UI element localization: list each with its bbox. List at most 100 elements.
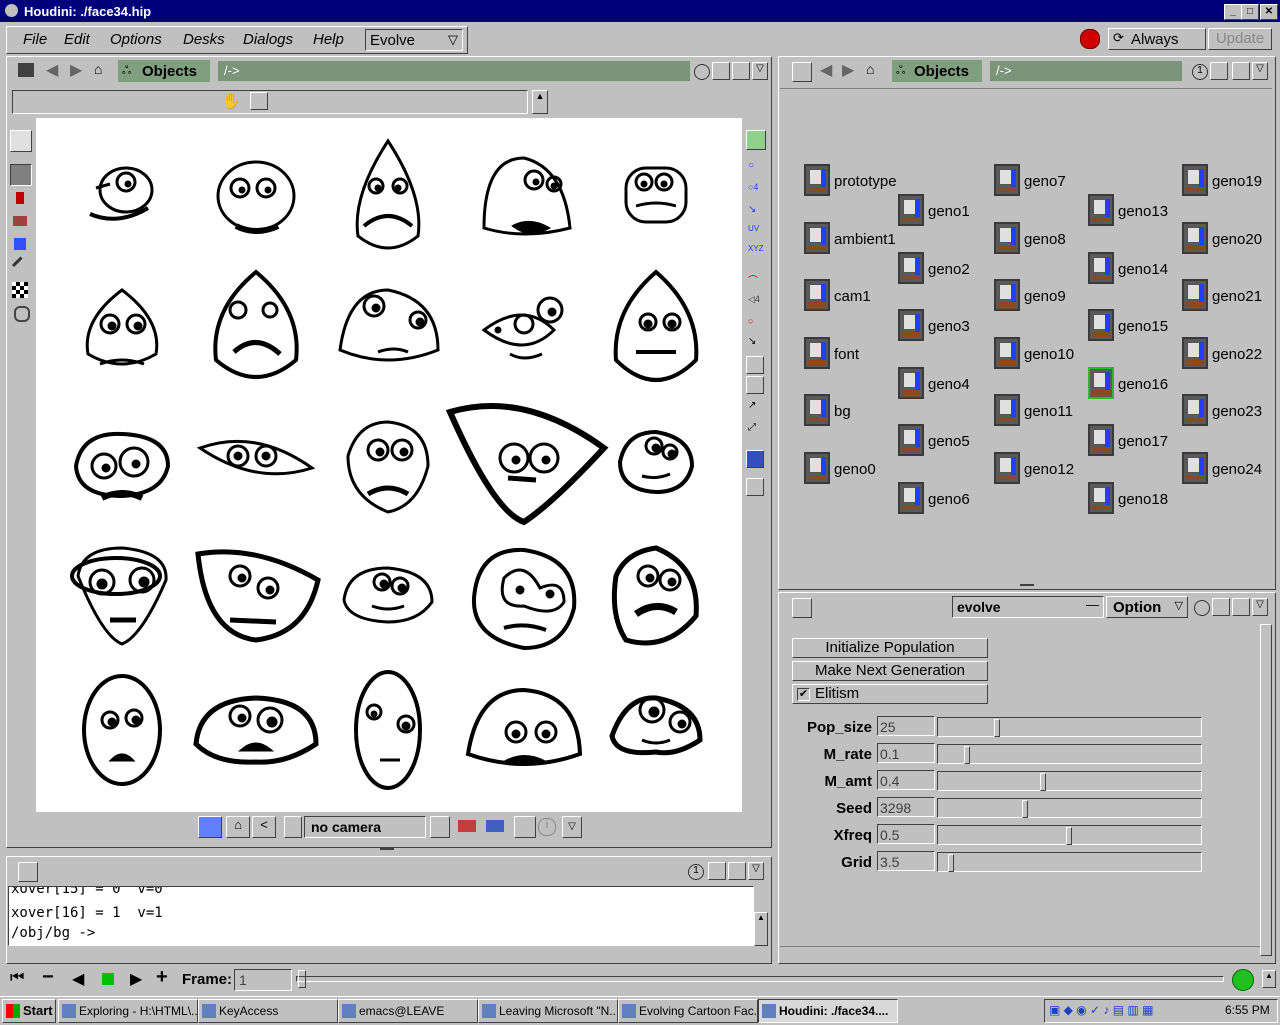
forward-icon[interactable]: ▶ xyxy=(70,60,82,80)
param-field-m_amt[interactable]: 0.4 xyxy=(877,770,935,790)
taskbar-item[interactable]: KeyAccess xyxy=(198,999,338,1023)
geometry-object-icon[interactable] xyxy=(1088,194,1114,226)
back-icon[interactable]: ◀ xyxy=(46,60,58,80)
param-hscroll[interactable] xyxy=(780,946,1260,959)
minimize-button[interactable]: _ xyxy=(1224,4,1242,20)
update-mode-select[interactable]: ⟳ Always xyxy=(1108,28,1206,50)
make-next-generation-button[interactable]: Make Next Generation xyxy=(792,661,988,681)
play-reverse-icon[interactable]: ◀ xyxy=(72,969,84,989)
bone-tool-icon[interactable] xyxy=(14,306,30,322)
point-num-icon[interactable]: ○4 xyxy=(748,182,762,196)
binoculars-icon[interactable]: ⌂ xyxy=(866,61,874,77)
console-icon[interactable] xyxy=(18,862,38,882)
geometry-object-icon[interactable] xyxy=(1182,336,1208,369)
handle-tool-icon[interactable] xyxy=(13,216,27,226)
prim-point-icon[interactable]: ○ xyxy=(748,316,762,330)
param-field-grid[interactable]: 3.5 xyxy=(877,851,935,871)
pane-menu-icon[interactable]: ▽ xyxy=(752,62,768,80)
geometry-object-icon[interactable] xyxy=(898,251,924,284)
param-slider-m_rate[interactable] xyxy=(937,744,1202,764)
viewer-menu-icon[interactable]: ▽ xyxy=(562,816,582,838)
param-slider-m_amt[interactable] xyxy=(937,771,1202,791)
param-type-icon[interactable] xyxy=(792,598,812,618)
step-forward-icon[interactable]: + xyxy=(156,966,168,989)
viewer-splitter[interactable] xyxy=(380,848,394,856)
viewport-canvas[interactable] xyxy=(36,118,742,812)
menu-options[interactable]: Options xyxy=(110,31,162,48)
xyz-icon[interactable]: XYZ xyxy=(748,244,764,258)
camera-object-icon[interactable] xyxy=(804,279,830,311)
geometry-object-icon[interactable] xyxy=(804,164,830,196)
snap-icon[interactable] xyxy=(250,92,268,110)
op-name-select[interactable]: evolve — xyxy=(952,596,1104,618)
pose-tool-icon[interactable] xyxy=(16,192,24,204)
hull2-icon[interactable] xyxy=(746,376,764,394)
geometry-object-icon[interactable] xyxy=(1182,394,1208,426)
slider-knob[interactable] xyxy=(1040,773,1046,791)
param-field-xfreq[interactable]: 0.5 xyxy=(877,824,935,844)
slider-knob[interactable] xyxy=(964,746,970,764)
console-output[interactable]: xover[15] = 0 v=0 xover[16] = 1 v=1 /obj… xyxy=(8,886,754,946)
display-opt-icon[interactable] xyxy=(746,130,766,150)
checker-icon[interactable] xyxy=(12,282,28,298)
console-menu-icon[interactable]: ▽ xyxy=(748,862,764,880)
camera-select[interactable]: no camera xyxy=(304,816,426,838)
console-scrollbar[interactable]: ▲ xyxy=(754,912,768,946)
geometry-object-icon[interactable] xyxy=(804,451,830,484)
geometry-object-icon[interactable] xyxy=(898,309,924,341)
slider-knob[interactable] xyxy=(994,719,1000,737)
ruler-icon[interactable] xyxy=(486,820,504,832)
geometry-object-icon[interactable] xyxy=(804,336,830,369)
param-field-seed[interactable]: 3298 xyxy=(877,797,935,817)
update-button[interactable]: Update xyxy=(1208,28,1272,50)
menu-file[interactable]: File xyxy=(23,31,47,48)
grid-icon[interactable] xyxy=(458,820,476,832)
geometry-object-icon[interactable] xyxy=(1182,279,1208,311)
taskbar-item[interactable]: Leaving Microsoft "N... xyxy=(478,999,618,1023)
geometry-object-icon[interactable] xyxy=(804,394,830,426)
initialize-population-button[interactable]: Initialize Population xyxy=(792,638,988,658)
network-type-icon[interactable] xyxy=(792,62,812,82)
console-float-icon[interactable] xyxy=(708,862,726,880)
menu-desks[interactable]: Desks xyxy=(183,31,225,48)
hull-icon[interactable] xyxy=(746,356,764,374)
persp-icon[interactable] xyxy=(198,816,222,838)
geometry-object-icon[interactable] xyxy=(1182,164,1208,196)
taskbar-item[interactable]: Evolving Cartoon Fac... xyxy=(618,999,758,1023)
forward-icon[interactable]: ▶ xyxy=(842,60,854,80)
maximize-button[interactable]: □ xyxy=(1241,4,1259,20)
box-icon[interactable] xyxy=(514,816,536,838)
pin-icon[interactable] xyxy=(1194,600,1210,616)
network-objects-tab[interactable]: ஃ Objects xyxy=(892,60,982,82)
realtime-icon[interactable] xyxy=(1232,969,1254,991)
snap2-icon[interactable] xyxy=(746,478,764,496)
pin-icon[interactable]: 1 xyxy=(1192,64,1208,80)
taskbar-item[interactable]: Exploring - H:\HTML\... xyxy=(58,999,198,1023)
play-icon[interactable]: ▶ xyxy=(130,969,142,989)
back-icon[interactable]: ◀ xyxy=(820,60,832,80)
geometry-object-icon[interactable] xyxy=(1088,424,1114,456)
menu-help[interactable]: Help xyxy=(313,31,344,48)
console-pin-icon[interactable]: 1 xyxy=(688,864,704,880)
geometry-object-icon[interactable] xyxy=(994,164,1020,196)
objects-tab[interactable]: ஃ Objects xyxy=(118,60,210,82)
param-slider-xfreq[interactable] xyxy=(937,825,1202,845)
console-split-icon[interactable] xyxy=(728,862,746,880)
menu-edit[interactable]: Edit xyxy=(64,31,90,48)
pane-split-icon[interactable] xyxy=(1232,598,1250,616)
geometry-object-icon[interactable] xyxy=(898,481,924,514)
stop-icon[interactable] xyxy=(102,973,114,985)
slider-knob[interactable] xyxy=(1022,800,1028,818)
geometry-object-icon[interactable] xyxy=(1088,481,1114,514)
pane-float-icon[interactable] xyxy=(1210,62,1228,80)
start-button[interactable]: Start xyxy=(2,999,56,1023)
tray-icons[interactable]: ▣ ◆ ◉ ✓ ♪ ▤ ▥ ▦ xyxy=(1049,1003,1153,1017)
taskbar-item[interactable]: Houdini: ./face34.... xyxy=(758,999,898,1023)
param-slider-seed[interactable] xyxy=(937,798,1202,818)
light-object-icon[interactable] xyxy=(804,221,830,254)
layout-icon[interactable] xyxy=(746,450,764,468)
cube-tool-icon[interactable] xyxy=(14,238,26,250)
taskbar-item[interactable]: emacs@LEAVE xyxy=(338,999,478,1023)
view-tool-icon[interactable] xyxy=(10,164,32,186)
uv-icon[interactable]: UV xyxy=(748,224,764,238)
